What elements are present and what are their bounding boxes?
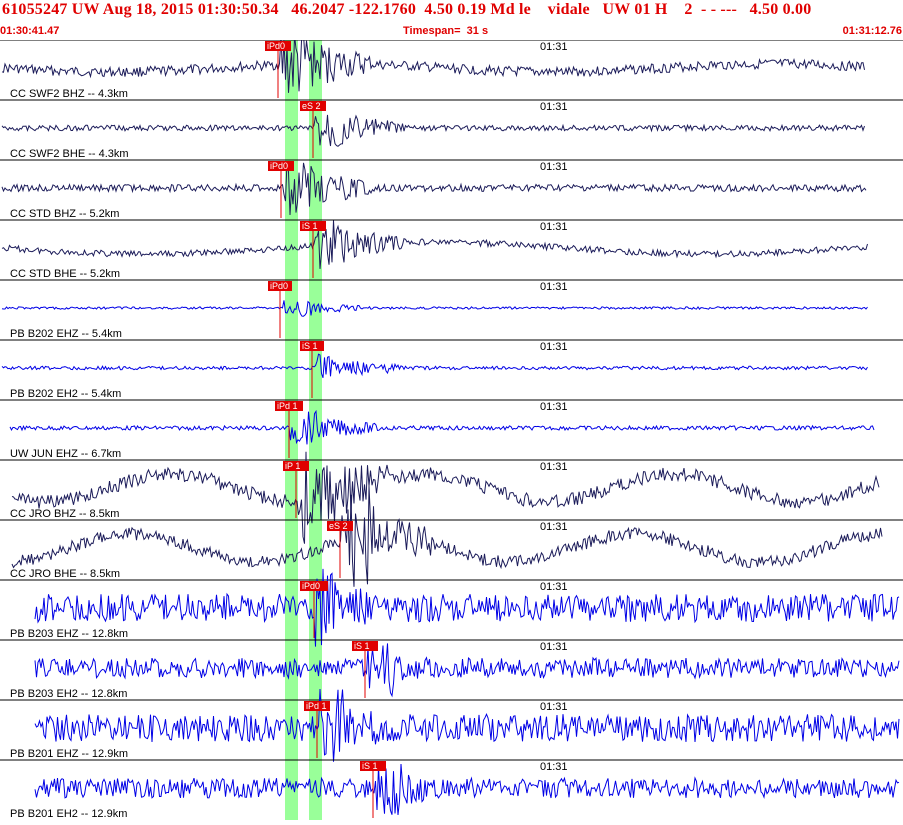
minute-mark-label: 01:31	[540, 41, 568, 53]
waveform	[34, 763, 900, 816]
end-time: 01:31:12.76	[842, 25, 902, 37]
phase-pick-label[interactable]: iS 1	[352, 641, 372, 651]
station-label: PB B201 EHZ -- 12.9km	[10, 748, 128, 760]
trace-row[interactable]	[0, 279, 903, 338]
phase-pick-label[interactable]: iS 1	[300, 341, 320, 351]
waveform	[1, 220, 868, 269]
waveform	[1, 27, 865, 93]
minute-mark-label: 01:31	[540, 401, 568, 413]
trace-row[interactable]	[0, 219, 903, 278]
seismogram-panel[interactable]: CC SWF2 BHZ -- 4.3km 01:31 iPd0 CC SWF2 BHE…	[0, 27, 903, 820]
trace-row[interactable]	[0, 688, 903, 762]
trace-row[interactable]	[0, 759, 903, 818]
phase-pick-label[interactable]: iS 1	[360, 761, 380, 771]
start-time: 01:30:41.47	[0, 25, 60, 37]
header-bar: 61055247 UW Aug 18, 2015 01:30:50.34 46.…	[0, 0, 903, 26]
minute-mark-label: 01:31	[540, 761, 568, 773]
waveform	[1, 161, 867, 216]
station-label: PB B202 EH2 -- 5.4km	[10, 388, 122, 400]
trace-row[interactable]	[0, 639, 903, 698]
trace-row[interactable]	[0, 568, 903, 647]
station-label: PB B201 EH2 -- 12.9km	[10, 808, 128, 820]
minute-mark-label: 01:31	[540, 581, 568, 593]
waveform	[34, 643, 900, 698]
trace-row[interactable]	[0, 399, 903, 458]
phase-pick-label[interactable]: iP 1	[283, 461, 302, 471]
minute-mark-label: 01:31	[540, 281, 568, 293]
timespan-label: Timespan= 31 s	[403, 25, 489, 37]
trace-row[interactable]	[0, 99, 903, 158]
phase-pick-label[interactable]: iPd0	[268, 281, 290, 291]
minute-mark-label: 01:31	[540, 341, 568, 353]
phase-pick-label[interactable]: iPd 1	[275, 401, 300, 411]
waveform	[1, 353, 868, 379]
station-label: CC JRO BHE -- 8.5km	[10, 568, 121, 580]
minute-mark-label: 01:31	[540, 101, 568, 113]
minute-mark-label: 01:31	[540, 701, 568, 713]
phase-pick-label[interactable]: eS 2	[300, 101, 323, 111]
minute-mark-label: 01:31	[540, 641, 568, 653]
waveform	[9, 409, 875, 445]
waveform	[11, 485, 883, 587]
waveform	[1, 300, 868, 317]
waveform	[11, 451, 880, 544]
station-label: CC STD BHZ -- 5.2km	[10, 208, 120, 220]
minute-mark-label: 01:31	[540, 461, 568, 473]
station-label: CC SWF2 BHE -- 4.3km	[10, 148, 129, 160]
seismogram-svg[interactable]	[0, 27, 903, 820]
station-label: PB B203 EHZ -- 12.8km	[10, 628, 128, 640]
minute-mark-label: 01:31	[540, 221, 568, 233]
station-label: CC STD BHE -- 5.2km	[10, 268, 121, 280]
station-label: UW JUN EHZ -- 6.7km	[10, 448, 122, 460]
trace-row[interactable]	[0, 159, 903, 218]
phase-pick-label[interactable]: iPd 1	[304, 701, 329, 711]
phase-pick-label[interactable]: iPd0	[300, 581, 322, 591]
waveform	[1, 114, 865, 147]
waveform	[34, 568, 900, 647]
station-label: PB B202 EHZ -- 5.4km	[10, 328, 122, 340]
station-label: PB B203 EH2 -- 12.8km	[10, 688, 128, 700]
phase-pick-label[interactable]: eS 2	[327, 521, 350, 531]
minute-mark-label: 01:31	[540, 521, 568, 533]
station-label: CC SWF2 BHZ -- 4.3km	[10, 88, 128, 100]
minute-mark-label: 01:31	[540, 161, 568, 173]
trace-row[interactable]	[0, 27, 903, 98]
event-title: 61055247 UW Aug 18, 2015 01:30:50.34 46.…	[2, 1, 812, 18]
trace-row[interactable]	[0, 339, 903, 398]
phase-pick-label[interactable]: iS 1	[300, 221, 320, 231]
phase-pick-label[interactable]: iPd0	[268, 161, 290, 171]
phase-pick-label[interactable]: iPd0	[265, 41, 287, 51]
station-label: CC JRO BHZ -- 8.5km	[10, 508, 120, 520]
